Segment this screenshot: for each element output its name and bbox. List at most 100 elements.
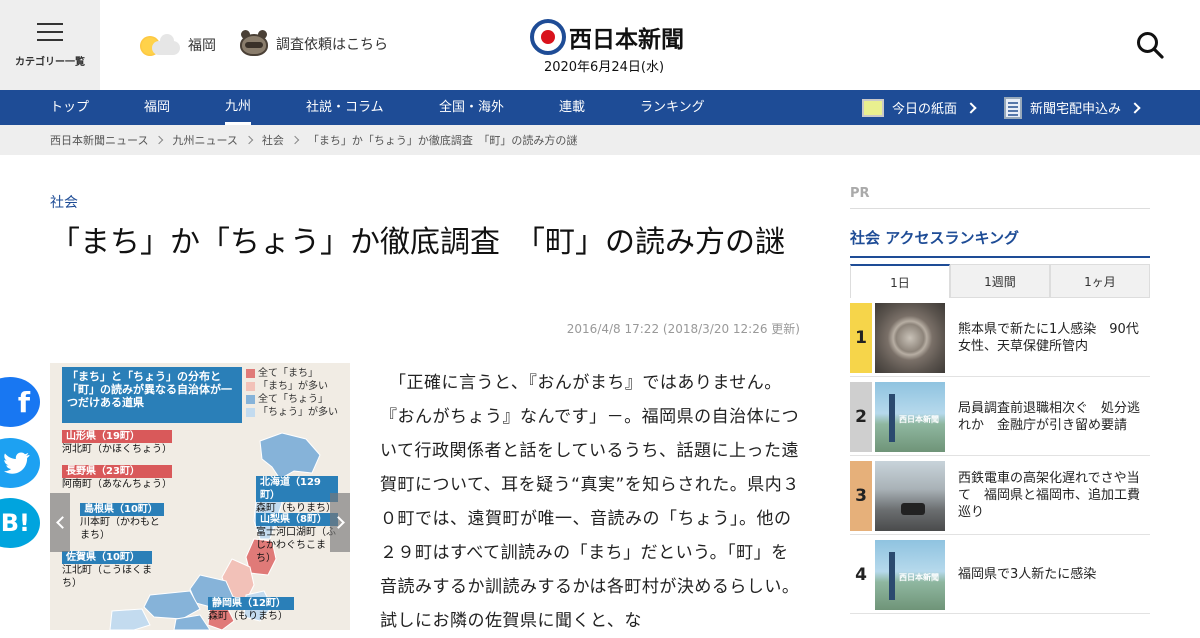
nav-item-kyushu[interactable]: 九州 bbox=[225, 90, 252, 125]
pref-label-nagano: 長野県（23町） 阿南町（あなんちょう） bbox=[62, 465, 172, 491]
pr-label: PR bbox=[850, 186, 870, 201]
twitter-share-icon[interactable] bbox=[0, 438, 40, 488]
tab-1month[interactable]: 1ヶ月 bbox=[1050, 264, 1150, 298]
chevron-right-icon bbox=[1129, 101, 1141, 114]
article-figure[interactable]: 「まち」と「ちょう」の分布と「町」の読みが異なる自治体が一つだけある道県 全て「… bbox=[50, 363, 350, 630]
breadcrumb-separator-icon bbox=[244, 135, 254, 145]
newspaper-icon bbox=[1004, 96, 1022, 119]
nav-item-fukuoka[interactable]: 福岡 bbox=[144, 90, 170, 125]
hatena-bookmark-share-icon[interactable]: B! bbox=[0, 498, 40, 548]
facebook-share-icon[interactable]: f bbox=[0, 377, 40, 427]
ranking-list: 1 熊本県で新たに1人感染 90代女性、天草保健所管内 2 西日本新聞 局員調査… bbox=[850, 298, 1150, 614]
rank-number: 1 bbox=[850, 303, 872, 373]
ranking-item[interactable]: 4 西日本新聞 福岡県で3人新たに感染 bbox=[850, 535, 1150, 614]
article-category[interactable]: 社会 bbox=[50, 192, 78, 212]
site-logo[interactable]: 西日本新聞 bbox=[530, 19, 684, 55]
request-link[interactable]: 調査依頼はこちら bbox=[238, 30, 388, 58]
subscribe-label: 新聞宅配申込み bbox=[1030, 102, 1122, 117]
legend-label: 全て「まち」 bbox=[258, 368, 318, 379]
ranking-item[interactable]: 1 熊本県で新たに1人感染 90代女性、天草保健所管内 bbox=[850, 298, 1150, 377]
ranking-headline: 西鉄電車の高架化遅れでさや当て 福岡県と福岡市、追加工費巡り bbox=[958, 471, 1141, 520]
city-thumbnail: 西日本新聞 bbox=[875, 540, 945, 610]
legend-swatch bbox=[246, 408, 255, 417]
nav-item-ranking[interactable]: ランキング bbox=[640, 90, 705, 125]
legend-label: 「まち」が多い bbox=[258, 381, 328, 392]
street-thumbnail bbox=[875, 461, 945, 531]
rank-number: 3 bbox=[850, 461, 872, 531]
newspaper-screen-icon bbox=[862, 98, 884, 117]
breadcrumb-item[interactable]: 九州ニュース bbox=[172, 132, 237, 148]
pref-label-saga: 佐賀県（10町） 江北町（こうほくまち） bbox=[62, 551, 152, 590]
article-timestamp: 2016/4/8 17:22 (2018/3/20 12:26 更新) bbox=[566, 322, 800, 336]
pref-town: 川本町（かわもとまち） bbox=[80, 517, 160, 541]
ranking-tabs: 1日 1週間 1ヶ月 bbox=[850, 264, 1150, 298]
pref-name: 静岡県（12町） bbox=[208, 597, 294, 610]
current-date: 2020年6月24日(水) bbox=[543, 60, 665, 75]
category-menu-button[interactable]: カテゴリー一覧 bbox=[0, 0, 100, 90]
raccoon-icon bbox=[238, 30, 270, 58]
tab-1day[interactable]: 1日 bbox=[850, 264, 950, 298]
pref-name: 長野県（23町） bbox=[62, 465, 172, 478]
figure-legend: 全て「まち」 「まち」が多い 全て「ちょう」 「ちょう」が多い bbox=[246, 367, 342, 419]
nav-item-series[interactable]: 連載 bbox=[559, 90, 585, 125]
ranking-headline: 熊本県で新たに1人感染 90代女性、天草保健所管内 bbox=[958, 321, 1139, 354]
ranking-headline: 福岡県で3人新たに感染 bbox=[958, 567, 1097, 582]
breadcrumb-separator-icon bbox=[155, 135, 164, 145]
thumbnail-logo: 西日本新聞 bbox=[899, 415, 939, 424]
today-paper-link[interactable]: 今日の紙面 bbox=[862, 90, 977, 125]
thumbnail-logo: 西日本新聞 bbox=[899, 573, 939, 582]
pref-name: 山形県（19町） bbox=[62, 430, 172, 443]
pref-town: 河北町（かほくちょう） bbox=[62, 444, 172, 455]
pref-label-shimane: 島根県（10町） 川本町（かわもとまち） bbox=[80, 503, 164, 542]
pref-town: 富士河口湖町（ふじかわぐちこまち） bbox=[256, 527, 336, 564]
hamburger-icon bbox=[37, 22, 63, 41]
pref-label-yamagata: 山形県（19町） 河北町（かほくちょう） bbox=[62, 430, 172, 456]
pref-name: 山梨県（8町） bbox=[256, 513, 338, 526]
legend-swatch bbox=[246, 382, 255, 391]
pref-town: 阿南町（あなんちょう） bbox=[62, 479, 172, 490]
tab-1week[interactable]: 1週間 bbox=[950, 264, 1050, 298]
chevron-right-icon bbox=[965, 101, 977, 114]
pref-name: 北海道（129町） bbox=[256, 476, 338, 502]
weather-city: 福岡 bbox=[188, 38, 216, 54]
legend-label: 全て「ちょう」 bbox=[258, 394, 328, 405]
legend-label: 「ちょう」が多い bbox=[258, 407, 338, 418]
breadcrumb-item[interactable]: 西日本新聞ニュース bbox=[50, 132, 148, 148]
weather-widget[interactable]: 福岡 bbox=[138, 32, 216, 58]
category-menu-label: カテゴリー一覧 bbox=[15, 56, 85, 68]
carousel-prev-button[interactable] bbox=[50, 493, 70, 552]
site-header: カテゴリー一覧 福岡 調査依頼はこちら 西日本新聞 2020年6月24日(水) bbox=[0, 0, 1200, 90]
pref-town: 森町（もりまち） bbox=[208, 611, 288, 622]
article-title: 「まち」か「ちょう」か徹底調査 「町」の読み方の謎 bbox=[50, 225, 785, 260]
subscribe-link[interactable]: 新聞宅配申込み bbox=[1004, 90, 1141, 125]
nav-item-editorial[interactable]: 社説・コラム bbox=[306, 90, 384, 125]
article-body: 「正確に言うと、『おんがまち』ではありません。『おんがちょう』なんです」－。福岡… bbox=[380, 373, 800, 631]
today-paper-label: 今日の紙面 bbox=[892, 102, 958, 117]
logo-mark-icon bbox=[530, 19, 566, 55]
breadcrumb-separator-icon bbox=[290, 135, 300, 145]
ranking-item[interactable]: 3 西鉄電車の高架化遅れでさや当て 福岡県と福岡市、追加工費巡り bbox=[850, 456, 1150, 535]
divider bbox=[850, 256, 1150, 258]
virus-thumbnail bbox=[875, 303, 945, 373]
ranking-headline: 局員調査前退職相次ぐ 処分逃れか 金融庁が引き留め要請 bbox=[958, 400, 1141, 433]
carousel-next-button[interactable] bbox=[330, 493, 350, 552]
twitter-bird-icon bbox=[4, 452, 30, 474]
rank-number: 4 bbox=[850, 540, 872, 610]
figure-header: 「まち」と「ちょう」の分布と「町」の読みが異なる自治体が一つだけある道県 bbox=[62, 367, 242, 423]
legend-swatch bbox=[246, 395, 255, 404]
ranking-title: 社会 アクセスランキング bbox=[850, 229, 1020, 247]
nav-item-national[interactable]: 全国・海外 bbox=[439, 90, 504, 125]
pref-name: 佐賀県（10町） bbox=[62, 551, 152, 564]
breadcrumb-item[interactable]: 社会 bbox=[262, 132, 284, 148]
main-nav: トップ 福岡 九州 社説・コラム 全国・海外 連載 ランキング 今日の紙面 新聞… bbox=[0, 90, 1200, 125]
chevron-right-icon bbox=[331, 516, 345, 529]
ranking-item[interactable]: 2 西日本新聞 局員調査前退職相次ぐ 処分逃れか 金融庁が引き留め要請 bbox=[850, 377, 1150, 456]
search-icon[interactable] bbox=[1136, 31, 1164, 59]
rank-number: 2 bbox=[850, 382, 872, 452]
sun-cloud-icon bbox=[138, 32, 182, 58]
nav-item-top[interactable]: トップ bbox=[50, 90, 89, 125]
pref-name: 島根県（10町） bbox=[80, 503, 164, 516]
pref-town: 江北町（こうほくまち） bbox=[62, 565, 152, 589]
request-link-label: 調査依頼はこちら bbox=[276, 37, 388, 53]
logo-text: 西日本新聞 bbox=[569, 26, 684, 53]
